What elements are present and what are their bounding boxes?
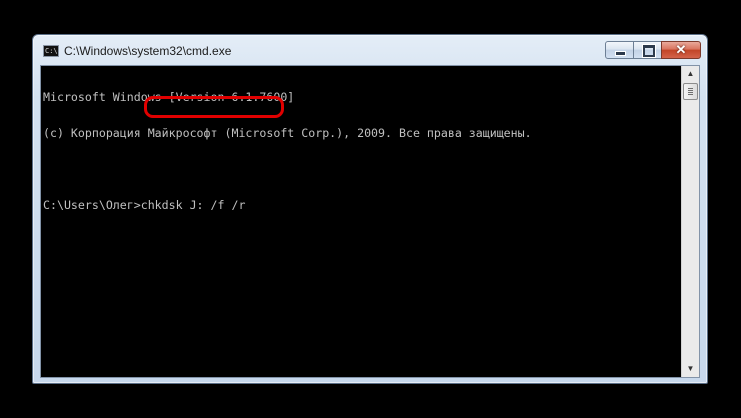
console-line-prompt: C:\Users\Олег>chkdsk J: /f /r xyxy=(43,198,246,212)
command-highlight-outline xyxy=(144,96,284,118)
console-line-copyright: (c) Корпорация Майкрософт (Microsoft Cor… xyxy=(43,126,532,140)
scroll-down-icon: ▼ xyxy=(686,364,695,373)
console-app-icon[interactable]: C:\ xyxy=(43,45,59,57)
window-title: C:\Windows\system32\cmd.exe xyxy=(64,44,232,58)
scroll-up-button[interactable]: ▲ xyxy=(683,66,698,82)
close-button[interactable]: ✕ xyxy=(661,41,701,59)
close-icon: ✕ xyxy=(675,42,687,57)
scroll-up-icon: ▲ xyxy=(686,69,695,78)
console-line-version: Microsoft Windows [Version 6.1.7600] xyxy=(43,90,295,104)
minimize-button[interactable] xyxy=(605,41,634,59)
scroll-down-button[interactable]: ▼ xyxy=(683,361,698,377)
console-output[interactable]: Microsoft Windows [Version 6.1.7600] (c)… xyxy=(43,67,681,375)
maximize-button[interactable] xyxy=(633,41,662,59)
console-line-blank xyxy=(43,163,681,175)
caption-buttons: ✕ xyxy=(605,41,701,59)
console-area[interactable]: Microsoft Windows [Version 6.1.7600] (c)… xyxy=(40,65,700,378)
minimize-icon xyxy=(615,51,626,56)
scroll-thumb[interactable] xyxy=(683,83,698,100)
maximize-icon xyxy=(643,45,655,57)
app-icon-text: C:\ xyxy=(45,47,58,55)
vertical-scrollbar[interactable]: ▲ ▼ xyxy=(681,66,699,377)
scroll-grip-icon xyxy=(688,88,693,95)
title-bar[interactable]: C:\ C:\Windows\system32\cmd.exe ✕ xyxy=(33,35,707,65)
cmd-window[interactable]: C:\ C:\Windows\system32\cmd.exe ✕ Micros… xyxy=(32,34,708,384)
